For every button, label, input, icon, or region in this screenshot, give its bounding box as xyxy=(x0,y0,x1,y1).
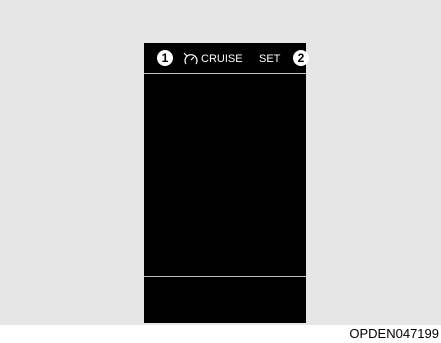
callout-marker-1: 1 xyxy=(157,50,173,66)
display-footer-area xyxy=(144,277,306,323)
display-content-area xyxy=(144,74,306,276)
callout-marker-2: 2 xyxy=(293,50,309,66)
status-row: 1 CRUISE SET 2 xyxy=(144,43,309,73)
figure-panel: 1 CRUISE SET 2 xyxy=(0,0,441,325)
cluster-display: 1 CRUISE SET 2 xyxy=(144,43,309,323)
cruise-label: CRUISE xyxy=(201,53,243,65)
figure-code: OPDEN047199 xyxy=(349,326,439,341)
set-label: SET xyxy=(259,53,281,65)
cruise-control-icon xyxy=(183,52,199,66)
